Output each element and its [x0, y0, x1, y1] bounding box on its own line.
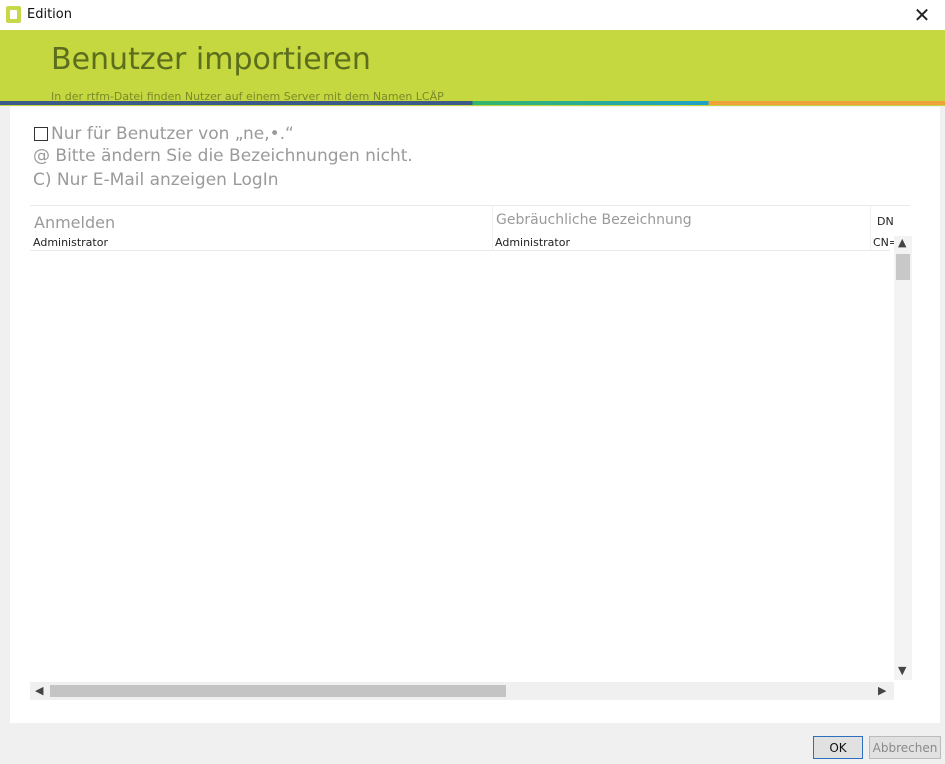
users-table: Anmelden Administrator Gebräuchliche Bez…: [30, 205, 912, 702]
email-option[interactable]: C) Nur E-Mail anzeigen LogIn: [33, 170, 278, 190]
vertical-scrollbar[interactable]: ▲ ▼: [894, 236, 912, 680]
app-icon: [6, 6, 21, 23]
window-title: Edition: [27, 7, 72, 22]
filter-checkbox[interactable]: [34, 127, 48, 141]
page-title: Benutzer importieren: [51, 42, 371, 77]
horizontal-scrollbar[interactable]: ◀ ▶: [30, 682, 894, 700]
horizontal-scroll-thumb[interactable]: [50, 685, 506, 697]
close-icon: ✕: [913, 3, 931, 27]
scroll-up-icon[interactable]: ▲: [898, 236, 906, 249]
cell-common-name: Administrator: [495, 236, 570, 249]
close-button[interactable]: ✕: [899, 0, 945, 30]
scroll-left-icon[interactable]: ◀: [35, 684, 43, 697]
column-header-common-name-label: Gebräuchliche Bezeichnung: [496, 212, 692, 228]
scroll-right-icon[interactable]: ▶: [878, 684, 886, 697]
email-label: C) Nur E-Mail anzeigen LogIn: [33, 170, 279, 190]
vertical-scroll-thumb[interactable]: [896, 254, 910, 280]
rename-label: @ Bitte ändern Sie die Bezeichnungen nic…: [33, 146, 413, 166]
ok-button[interactable]: OK: [813, 736, 863, 759]
filter-option[interactable]: Nur für Benutzer von „ne,•.“: [34, 124, 294, 144]
cell-login: Administrator: [33, 236, 108, 249]
header-divider: [30, 250, 890, 251]
column-header-dn-label: DN: [877, 215, 894, 228]
title-bar: Edition ✕: [0, 0, 945, 31]
filter-label: Nur für Benutzer von „ne,•.“: [51, 124, 294, 144]
column-header-login[interactable]: Anmelden Administrator: [30, 206, 493, 250]
column-header-dn[interactable]: DN CN=: [870, 206, 898, 250]
cancel-button[interactable]: Abbrechen: [869, 736, 941, 759]
header-banner: Benutzer importieren In der rtfm-Datei f…: [0, 30, 945, 106]
column-header-common-name[interactable]: Gebräuchliche Bezeichnung Administrator: [492, 206, 871, 250]
color-stripe: [0, 101, 945, 105]
rename-option[interactable]: @ Bitte ändern Sie die Bezeichnungen nic…: [33, 146, 413, 166]
scroll-down-icon[interactable]: ▼: [898, 664, 906, 677]
column-header-login-label: Anmelden: [34, 213, 116, 232]
